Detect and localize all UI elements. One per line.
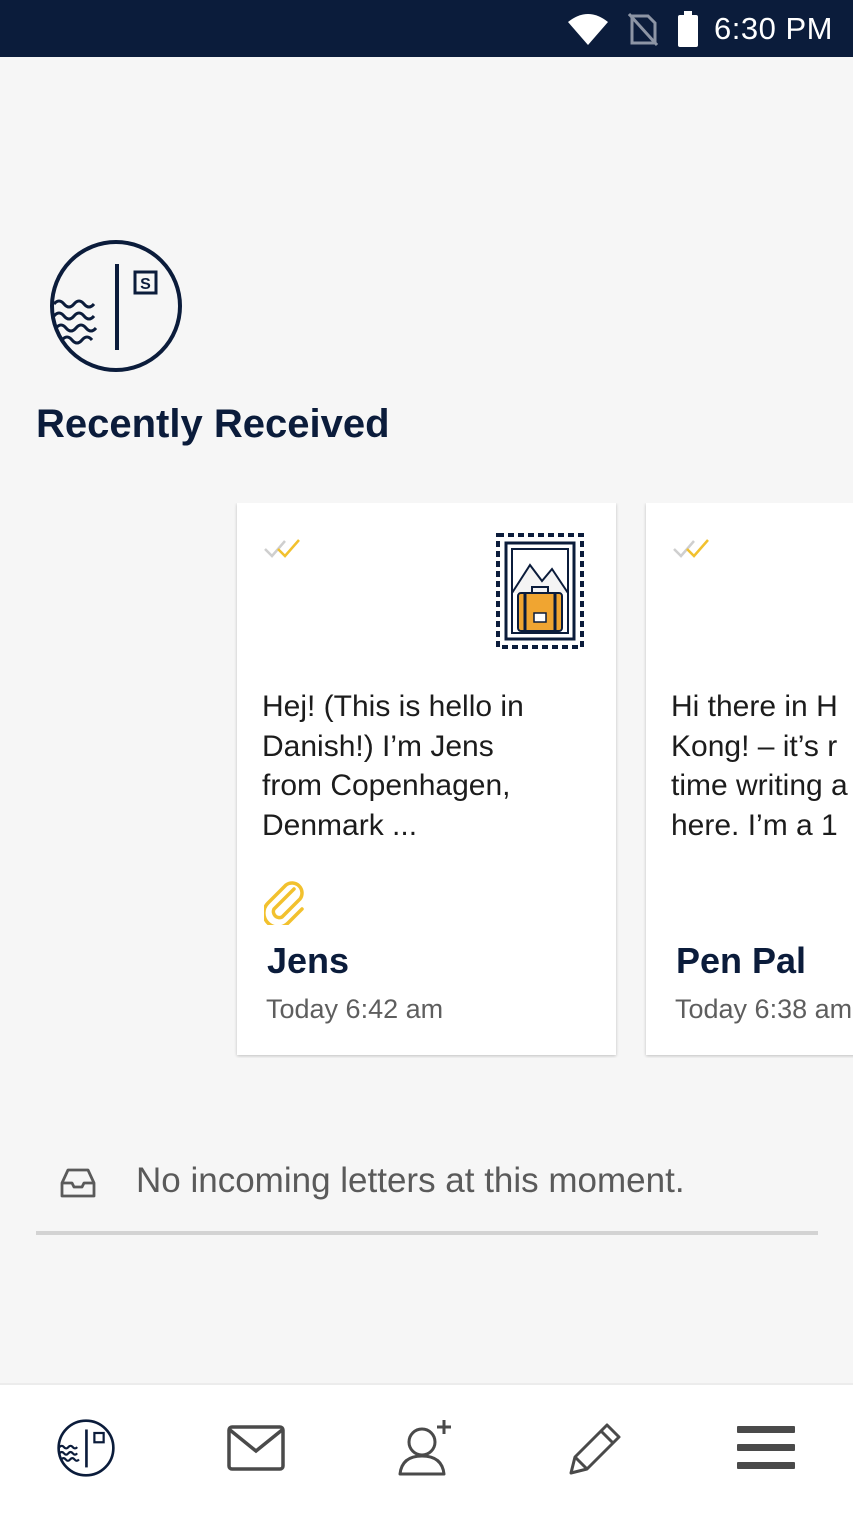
section-title-recently-received: Recently Received bbox=[36, 402, 390, 446]
add-friend-icon bbox=[396, 1418, 456, 1483]
letter-card[interactable]: Hi there in H Kong! – it’s r time writin… bbox=[646, 503, 853, 1055]
travel-stamp-icon bbox=[492, 529, 588, 658]
attachment-clip-icon bbox=[262, 881, 306, 930]
letters-carousel[interactable]: Hej! (This is hello in Danish!) I’m Jens… bbox=[0, 503, 853, 1058]
no-sim-icon bbox=[628, 12, 659, 46]
compose-pencil-icon bbox=[567, 1419, 625, 1482]
letter-date: Today 6:38 am bbox=[675, 994, 853, 1024]
mail-icon bbox=[227, 1424, 285, 1476]
inbox-tray-icon bbox=[59, 1167, 97, 1204]
empty-message: No incoming letters at this moment. bbox=[136, 1161, 685, 1200]
letter-card[interactable]: Hej! (This is hello in Danish!) I’m Jens… bbox=[237, 503, 616, 1055]
status-time: 6:30 PM bbox=[714, 10, 833, 46]
home-logo-icon bbox=[56, 1418, 116, 1483]
postcard-logo-icon: S bbox=[48, 238, 184, 374]
wifi-icon bbox=[566, 12, 610, 46]
battery-icon bbox=[676, 10, 700, 48]
nav-home-button[interactable] bbox=[46, 1415, 126, 1485]
letter-sender: Pen Pal bbox=[676, 940, 807, 981]
read-check-icon bbox=[263, 537, 309, 564]
bottom-nav bbox=[0, 1383, 853, 1516]
letter-date: Today 6:42 am bbox=[266, 994, 444, 1024]
letter-preview: Hi there in H Kong! – it’s r time writin… bbox=[671, 690, 848, 842]
status-bar: 6:30 PM bbox=[0, 0, 853, 57]
nav-menu-button[interactable] bbox=[726, 1415, 806, 1485]
logo-letter: S bbox=[140, 276, 151, 293]
nav-compose-button[interactable] bbox=[556, 1415, 636, 1485]
letter-sender: Jens bbox=[267, 940, 350, 981]
nav-add-friend-button[interactable] bbox=[386, 1415, 466, 1485]
read-check-icon bbox=[672, 537, 718, 564]
letter-preview: Hej! (This is hello in Danish!) I’m Jens… bbox=[262, 690, 524, 842]
nav-mail-button[interactable] bbox=[216, 1415, 296, 1485]
menu-icon bbox=[737, 1424, 795, 1477]
divider bbox=[36, 1231, 818, 1235]
incoming-empty-state: No incoming letters at this moment. bbox=[36, 1158, 818, 1238]
